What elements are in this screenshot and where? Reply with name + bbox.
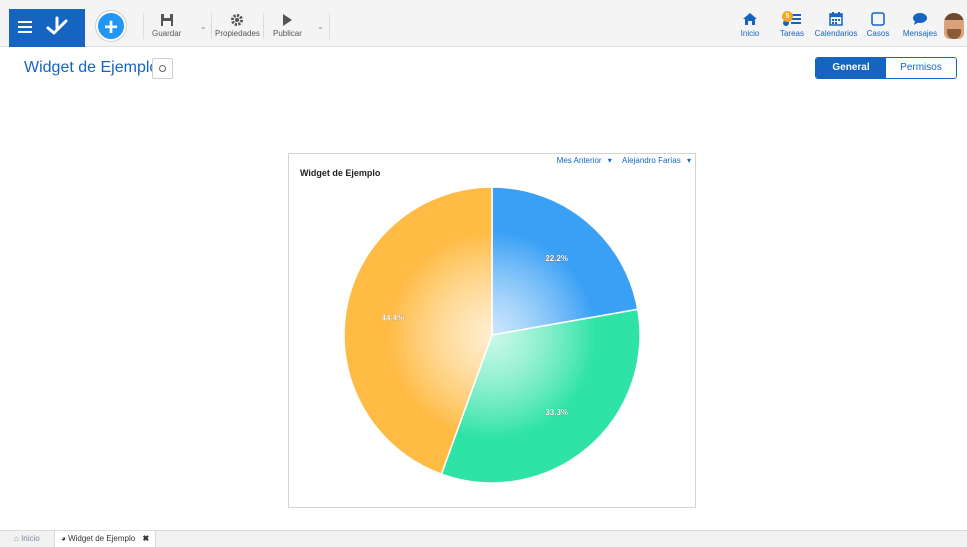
nav-messages-label: Mensajes bbox=[902, 29, 938, 38]
bottom-tab-widget[interactable]: ◕ Widget de Ejemplo ✖ bbox=[54, 531, 157, 547]
bottom-tab-home-label: Inicio bbox=[21, 534, 40, 543]
toolbar-divider bbox=[211, 13, 212, 39]
publish-label: Publicar bbox=[273, 29, 302, 38]
save-label: Guardar bbox=[152, 29, 182, 38]
circle-icon bbox=[159, 65, 166, 72]
nav-cases[interactable]: Casos bbox=[866, 12, 890, 38]
properties-label: Propiedades bbox=[215, 29, 260, 38]
nav-calendars-label: Calendarios bbox=[814, 29, 858, 38]
brand-area bbox=[9, 9, 85, 47]
bottom-tab-bar: ⌂ Inicio ◕ Widget de Ejemplo ✖ bbox=[0, 530, 967, 547]
calendar-icon bbox=[829, 12, 843, 26]
case-icon bbox=[871, 12, 885, 26]
user-avatar[interactable] bbox=[944, 13, 964, 39]
home-icon bbox=[743, 13, 757, 25]
hamburger-menu-icon[interactable] bbox=[18, 21, 32, 33]
gear-icon bbox=[231, 14, 244, 26]
pie-chart: 22.2% 33.3% 44.4% bbox=[343, 186, 641, 484]
top-toolbar: + Guardar ⌄ Propiedades Publicar ⌄ Inici… bbox=[0, 0, 967, 47]
bottom-tab-home[interactable]: ⌂ Inicio bbox=[8, 531, 46, 547]
nav-calendars[interactable]: Calendarios bbox=[814, 12, 858, 38]
tasks-badge: 5 bbox=[782, 11, 793, 22]
save-button[interactable]: Guardar bbox=[152, 13, 181, 38]
home-icon: ⌂ bbox=[14, 534, 19, 543]
logo-icon[interactable] bbox=[45, 15, 69, 39]
toolbar-divider bbox=[329, 13, 330, 39]
nav-cases-label: Casos bbox=[866, 29, 890, 38]
publish-button[interactable]: Publicar bbox=[273, 13, 302, 38]
nav-home[interactable]: Inicio bbox=[738, 12, 762, 38]
bottom-tab-widget-label: Widget de Ejemplo bbox=[68, 534, 136, 543]
nav-tasks-label: Tareas bbox=[779, 29, 804, 38]
page-title: Widget de Ejemplo bbox=[24, 59, 159, 76]
toolbar-divider bbox=[263, 13, 264, 39]
toolbar-divider bbox=[143, 13, 144, 39]
nav-home-label: Inicio bbox=[740, 29, 760, 38]
pie-slice-label: 33.3% bbox=[545, 408, 568, 417]
tab-permisos[interactable]: Permisos bbox=[886, 58, 956, 78]
add-button[interactable]: + bbox=[96, 11, 126, 41]
save-icon bbox=[160, 14, 173, 26]
properties-button[interactable]: Propiedades bbox=[215, 13, 260, 38]
chat-bubble-icon bbox=[913, 13, 927, 25]
save-options-chevron-icon[interactable]: ⌄ bbox=[200, 22, 207, 31]
pie-slice-label: 22.2% bbox=[545, 254, 568, 263]
nav-messages[interactable]: Mensajes bbox=[902, 12, 938, 38]
publish-options-chevron-icon[interactable]: ⌄ bbox=[317, 22, 324, 31]
close-tab-icon[interactable]: ✖ bbox=[142, 534, 149, 543]
pie-chart-icon: ◕ bbox=[61, 534, 66, 543]
play-icon bbox=[283, 14, 293, 26]
status-circle-button[interactable] bbox=[152, 58, 173, 79]
view-tabs: General Permisos bbox=[815, 57, 957, 79]
widget-card: Mes Anterior ▾ Alejandro Farías ▾ Widget… bbox=[288, 153, 696, 508]
pie-slice-label: 44.4% bbox=[382, 314, 405, 323]
nav-tasks[interactable]: 5 Tareas bbox=[778, 11, 806, 38]
tab-general[interactable]: General bbox=[816, 58, 886, 78]
